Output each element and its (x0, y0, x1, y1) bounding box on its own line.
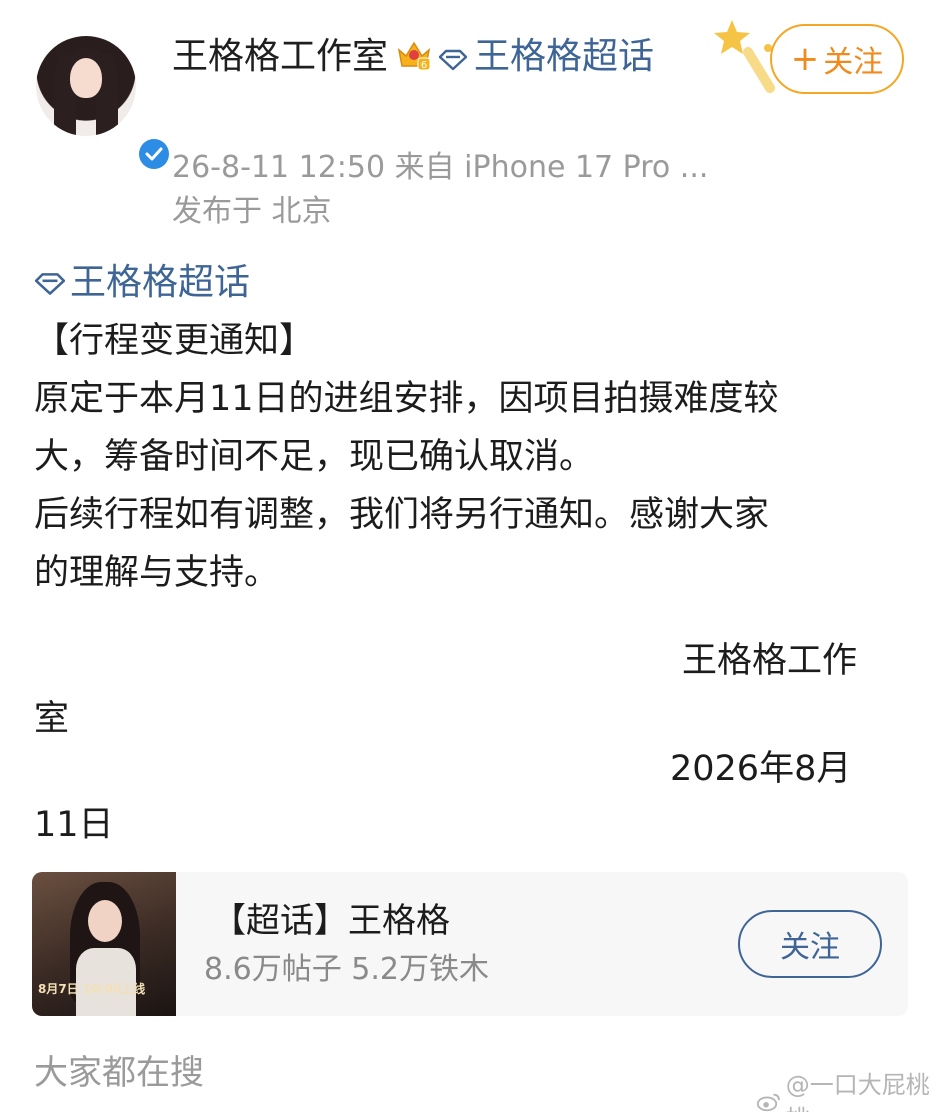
supertopic-follow-button[interactable]: 关注 (738, 910, 882, 978)
post-line: 后续行程如有调整，我们将另行通知。感谢大家 (34, 495, 770, 535)
diamond-icon (438, 33, 468, 87)
signature-date: 2026年8月 (670, 749, 852, 789)
watermark: @一口大屁桃桃 (756, 1068, 940, 1112)
author-name[interactable]: 王格格工作室 (172, 36, 388, 77)
vip-crown-icon: 6 (396, 34, 432, 88)
post-line: 原定于本月11日的进组安排，因项目拍摄难度较 (34, 379, 779, 419)
topic-tag-link[interactable]: 王格格超话 (34, 258, 250, 308)
supertopic-link[interactable]: 王格格超话 (474, 36, 654, 77)
supertopic-poster-image: 8月7日 10:00上线 (32, 872, 176, 1016)
diamond-icon (34, 273, 66, 295)
svg-text:6: 6 (421, 60, 427, 71)
post-body: 【行程变更通知】 原定于本月11日的进组安排，因项目拍摄难度较 大，筹备时间不足… (34, 312, 914, 602)
signature-date-cont: 11日 (34, 805, 114, 845)
plus-icon: + (790, 39, 820, 79)
post-line: 大，筹备时间不足，现已确认取消。 (34, 437, 595, 477)
supertopic-stats: 8.6万帖子 5.2万铁木 (204, 952, 489, 987)
follow-label: 关注 (823, 45, 884, 80)
avatar-image (36, 36, 136, 136)
poster-date-text: 8月7日 10:00上线 (38, 982, 146, 996)
post-time-source: 26-8-11 12:50 来自 iPhone 17 Pro ... (172, 150, 709, 185)
follow-area: + 关注 (712, 18, 912, 102)
watermark-text: @一口大屁桃桃 (785, 1071, 930, 1112)
author-line: 王格格工作室 6 王格格超话 (172, 30, 712, 88)
topic-tag-label: 王格格超话 (70, 262, 251, 303)
verified-badge-icon (136, 136, 172, 172)
post-line: 的理解与支持。 (34, 553, 280, 593)
follow-button[interactable]: + 关注 (770, 24, 904, 94)
post-location: 发布于 北京 (172, 194, 332, 229)
weibo-post-page: 王格格工作室 6 王格格超话 + 关注 26-8-11 12:50 来自 iPh… (0, 0, 940, 1112)
signature-name-cont: 室 (34, 699, 70, 739)
weibo-logo-icon (756, 1093, 780, 1112)
signature-name: 王格格工作 (682, 641, 858, 681)
post-heading: 【行程变更通知】 (34, 321, 315, 361)
trending-search-label: 大家都在搜 (34, 1053, 204, 1093)
avatar[interactable] (36, 36, 172, 172)
supertopic-card[interactable]: 8月7日 10:00上线 【超话】王格格 8.6万帖子 5.2万铁木 关注 (32, 872, 908, 1016)
supertopic-title: 【超话】王格格 (212, 901, 450, 941)
